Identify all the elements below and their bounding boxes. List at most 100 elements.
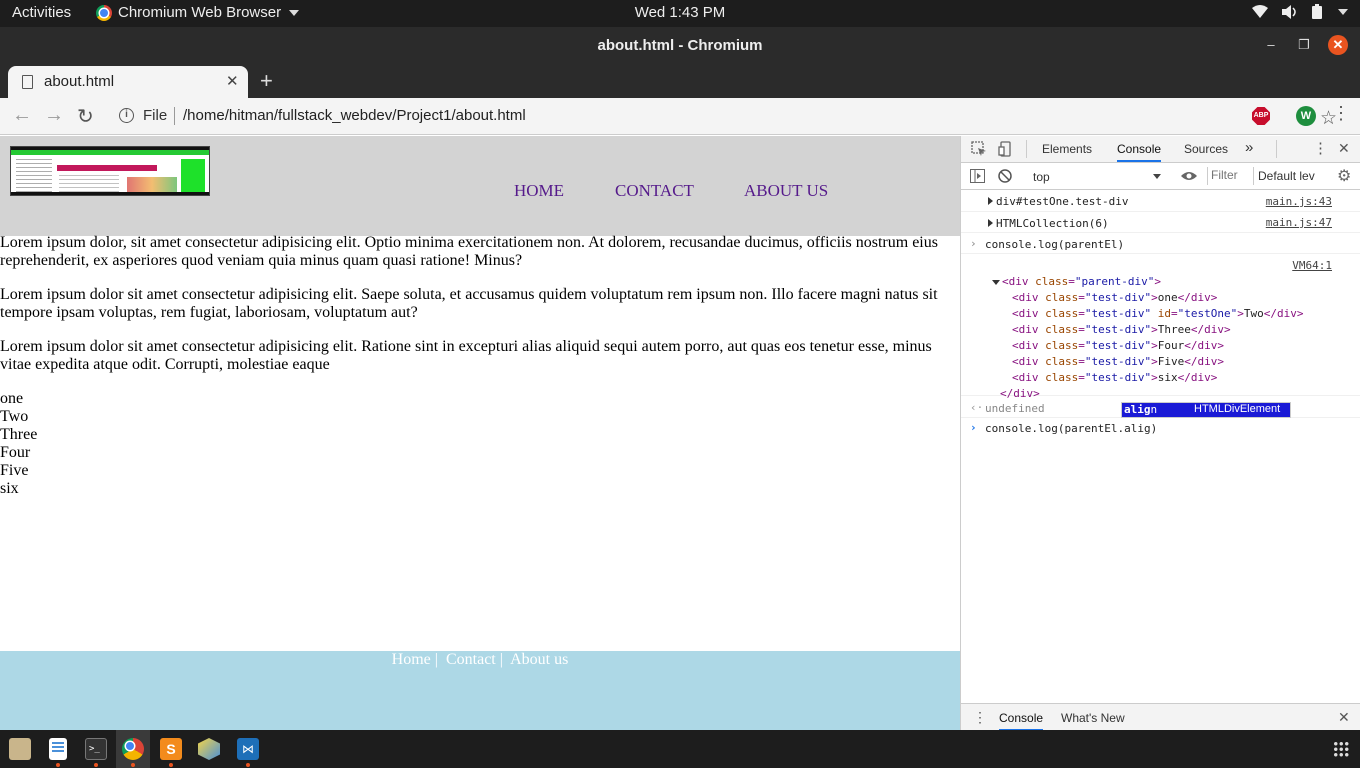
running-indicator — [94, 763, 98, 767]
drawer-tab-whats-new[interactable]: What's New — [1061, 711, 1125, 725]
console-prompt[interactable]: › console.log(parentEl.alig) — [961, 418, 1360, 438]
paragraph: Lorem ipsum dolor sit amet consectetur a… — [0, 286, 938, 321]
nav-link-about[interactable]: ABOUT US — [744, 181, 828, 201]
ubuntu-dock: >_ S ⋈ — [0, 730, 1360, 768]
page-content: Lorem ipsum dolor, sit amet consectetur … — [0, 234, 960, 498]
more-tabs-icon[interactable]: » — [1245, 139, 1253, 156]
autocomplete-suggestion[interactable]: align HTMLDivElement — [1122, 403, 1290, 417]
source-link[interactable]: main.js:47 — [1266, 216, 1332, 229]
test-div-item: one — [0, 390, 24, 407]
prompt-chevron-icon: › — [970, 421, 977, 434]
site-header: HOME CONTACT ABOUT US — [0, 136, 960, 236]
url-text[interactable]: /home/hitman/fullstack_webdev/Project1/a… — [183, 107, 526, 124]
forward-button[interactable]: → — [44, 104, 64, 127]
system-tray[interactable] — [1252, 4, 1348, 19]
console-settings-gear-icon[interactable]: ⚙ — [1337, 166, 1351, 186]
source-link[interactable]: VM64:1 — [1292, 259, 1332, 272]
devtools-drawer-bar: ⋮ Console What's New ✕ — [961, 703, 1360, 731]
chevron-down-icon — [1338, 8, 1348, 15]
info-icon[interactable]: i — [119, 108, 134, 123]
maximize-button[interactable]: ❐ — [1294, 35, 1314, 55]
autocomplete-popup[interactable]: align HTMLDivElement — [1121, 402, 1291, 418]
chromium-icon — [96, 4, 112, 21]
console-filter-input[interactable] — [1211, 168, 1251, 182]
paragraph: Lorem ipsum dolor, sit amet consectetur … — [0, 234, 938, 269]
software-center-icon[interactable] — [198, 738, 220, 760]
browser-menu-button[interactable]: ⋮ — [1332, 103, 1350, 124]
dom-tree-child[interactable]: <div class="test-div">Three</div> — [1012, 323, 1231, 336]
test-div-item: Two — [0, 408, 29, 425]
live-expression-eye-icon[interactable] — [1181, 170, 1197, 185]
console-dom-output: VM64:1 <div class="parent-div"> <div cla… — [961, 256, 1360, 400]
footer-link-about[interactable]: About us — [510, 651, 568, 668]
files-app-icon[interactable] — [9, 738, 31, 760]
footer-links: Home | Contact | About us — [0, 651, 960, 669]
battery-icon — [1312, 4, 1322, 19]
back-button[interactable]: ← — [12, 104, 32, 127]
vscode-icon[interactable]: ⋈ — [237, 738, 259, 760]
clear-console-icon[interactable] — [998, 169, 1012, 186]
sidebar-toggle-icon[interactable] — [970, 169, 985, 186]
console-log-entry[interactable]: HTMLCollection(6) main.js:47 — [961, 213, 1360, 233]
nav-link-home[interactable]: HOME — [514, 181, 564, 201]
paragraph: Lorem ipsum dolor sit amet consectetur a… — [0, 338, 932, 373]
tab-about-html[interactable]: about.html ✕ — [8, 66, 248, 98]
nav-link-contact[interactable]: CONTACT — [615, 181, 694, 201]
new-tab-button[interactable]: + — [260, 68, 273, 94]
collapse-triangle-icon[interactable] — [992, 279, 1000, 285]
device-toolbar-icon[interactable] — [998, 141, 1014, 160]
reload-button[interactable]: ↻ — [77, 104, 94, 129]
log-levels-dropdown[interactable]: Default lev — [1258, 169, 1315, 183]
browser-toolbar: ← → ↻ i File /home/hitman/fullstack_webd… — [0, 98, 1360, 135]
drawer-tab-console[interactable]: Console — [999, 711, 1044, 731]
dom-tree-child[interactable]: <div class="test-div">six</div> — [1012, 371, 1217, 384]
tab-close-icon[interactable]: ✕ — [226, 72, 239, 90]
dom-tree-child[interactable]: <div class="test-div">Four</div> — [1012, 339, 1224, 352]
devtools-close-icon[interactable]: ✕ — [1338, 140, 1350, 157]
tab-elements[interactable]: Elements — [1042, 142, 1092, 156]
sublime-text-icon[interactable]: S — [160, 738, 182, 760]
dom-tree-child[interactable]: <div class="test-div">Five</div> — [1012, 355, 1224, 368]
address-bar[interactable]: i File /home/hitman/fullstack_webdev/Pro… — [110, 101, 1337, 131]
expand-triangle-icon[interactable] — [988, 197, 993, 205]
inspect-element-icon[interactable] — [971, 141, 987, 160]
expand-triangle-icon[interactable] — [988, 219, 993, 227]
context-selector[interactable]: top — [1031, 168, 1165, 186]
text-editor-icon[interactable] — [49, 738, 67, 760]
devtools-panel: Elements Console Sources » ⋮ ✕ top Defau… — [960, 136, 1360, 731]
running-indicator — [246, 763, 250, 767]
chevron-down-icon — [1153, 174, 1161, 179]
footer-separator: | — [499, 651, 503, 668]
show-applications-grid-icon[interactable] — [1333, 741, 1349, 757]
profile-avatar[interactable]: W — [1296, 106, 1316, 126]
dom-tree-parent[interactable]: <div class="parent-div"> — [992, 275, 1161, 288]
console-input-text[interactable]: console.log(parentEl.alig) — [985, 422, 1157, 435]
dom-tree-child[interactable]: <div class="test-div">one</div> — [1012, 291, 1217, 304]
chromium-icon[interactable] — [122, 738, 144, 760]
gnome-top-bar: Wed 1:43 PM Activities Chromium Web Brow… — [0, 0, 1360, 27]
minimize-button[interactable]: – — [1261, 35, 1281, 55]
test-div-item: Four — [0, 444, 31, 461]
app-menu[interactable]: Chromium Web Browser — [96, 4, 300, 21]
file-scheme-label: File — [143, 107, 168, 124]
divider — [1026, 140, 1027, 158]
terminal-icon[interactable]: >_ — [85, 738, 107, 760]
test-div-item: Three — [0, 426, 38, 443]
running-indicator — [131, 763, 135, 767]
test-div-item: Five — [0, 462, 29, 479]
footer-link-home[interactable]: Home — [392, 651, 431, 668]
footer-link-contact[interactable]: Contact — [446, 651, 496, 668]
devtools-menu-icon[interactable]: ⋮ — [1313, 139, 1328, 157]
console-log-entry[interactable]: div#testOne.test-div main.js:43 — [961, 192, 1360, 212]
activities-button[interactable]: Activities — [12, 4, 71, 21]
context-value: top — [1033, 170, 1050, 184]
source-link[interactable]: main.js:43 — [1266, 195, 1332, 208]
drawer-menu-icon[interactable]: ⋮ — [973, 709, 987, 726]
close-window-button[interactable]: ✕ — [1328, 35, 1348, 55]
tab-title: about.html — [44, 73, 115, 90]
running-indicator — [56, 763, 60, 767]
dom-tree-child[interactable]: <div class="test-div" id="testOne">Two</… — [1012, 307, 1303, 320]
tab-sources[interactable]: Sources — [1184, 142, 1228, 156]
tab-console[interactable]: Console — [1117, 142, 1162, 162]
drawer-close-icon[interactable]: ✕ — [1338, 709, 1350, 726]
